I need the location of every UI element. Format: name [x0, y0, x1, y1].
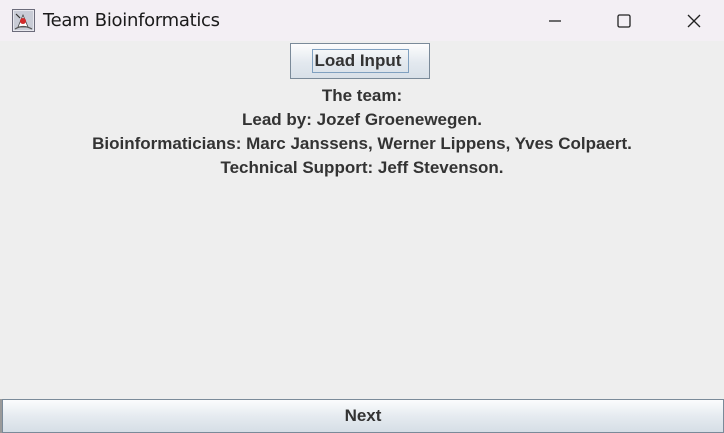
maximize-button[interactable]	[594, 0, 654, 41]
load-input-button-label: Load Input	[311, 49, 409, 73]
content-panel: Load Input The team: Lead by: Jozef Groe…	[0, 41, 724, 399]
close-icon	[687, 14, 701, 27]
minimize-icon	[549, 19, 561, 22]
java-app-icon[interactable]	[12, 9, 35, 32]
app-window: Team Bioinformatics Load Input The team:…	[0, 0, 724, 433]
team-support-text: Technical Support: Jeff Stevenson.	[220, 158, 504, 177]
team-bioinformaticians-text: Bioinformaticians: Marc Janssens, Werner…	[92, 134, 632, 153]
load-input-button[interactable]: Load Input	[290, 43, 430, 79]
next-button-label: Next	[344, 406, 382, 425]
minimize-button[interactable]	[525, 0, 585, 41]
window-title: Team Bioinformatics	[43, 10, 220, 31]
close-button[interactable]	[664, 0, 724, 41]
maximize-icon	[617, 13, 631, 28]
next-button[interactable]: Next	[2, 399, 724, 433]
team-heading: The team:	[321, 86, 403, 105]
team-lead-text: Lead by: Jozef Groenewegen.	[242, 110, 482, 129]
title-bar[interactable]: Team Bioinformatics	[0, 0, 724, 41]
